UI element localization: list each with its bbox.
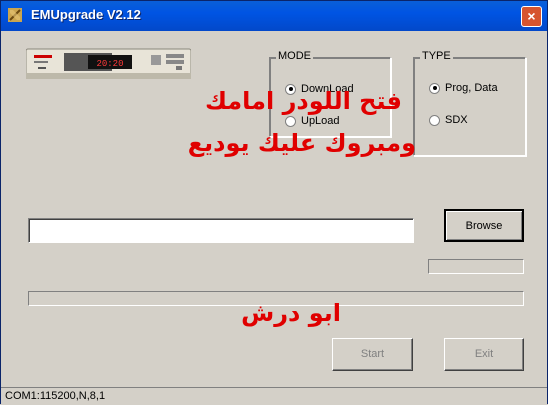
radio-prog-data[interactable]: Prog, Data bbox=[429, 82, 498, 94]
exit-button[interactable]: Exit bbox=[444, 338, 524, 371]
receiver-image: 20:20 bbox=[26, 48, 191, 79]
title-bar[interactable]: EMUpgrade V2.12 × bbox=[1, 1, 547, 31]
radio-sdx-label: SDX bbox=[445, 114, 468, 126]
close-button[interactable]: × bbox=[521, 6, 542, 27]
type-group-label: TYPE bbox=[420, 50, 453, 62]
radio-prog-data-label: Prog, Data bbox=[445, 82, 498, 94]
radio-sdx[interactable]: SDX bbox=[429, 114, 468, 126]
signature-text: ابو درش bbox=[241, 299, 341, 327]
browse-button[interactable]: Browse bbox=[444, 209, 524, 242]
device-display: 20:20 bbox=[96, 59, 123, 69]
overlay-line-1: فتح اللودر امامك bbox=[204, 87, 402, 115]
mode-group-label: MODE bbox=[276, 50, 313, 62]
overlay-line-2: ومبروك عليك يوديع bbox=[187, 129, 416, 157]
app-icon bbox=[8, 8, 22, 22]
start-button[interactable]: Start bbox=[332, 338, 413, 371]
window-title: EMUpgrade V2.12 bbox=[31, 7, 141, 22]
status-indicator bbox=[428, 259, 524, 274]
type-group: TYPE bbox=[413, 50, 526, 156]
radio-prog-data-circle[interactable] bbox=[429, 82, 440, 94]
radio-sdx-circle[interactable] bbox=[429, 114, 440, 126]
file-path-input[interactable] bbox=[28, 218, 414, 243]
radio-upload-circle[interactable] bbox=[285, 115, 296, 127]
radio-upload[interactable]: UpLoad bbox=[285, 115, 340, 127]
status-bar: COM1:115200,N,8,1 bbox=[1, 387, 547, 404]
radio-selected-dot bbox=[432, 86, 437, 90]
main-window: EMUpgrade V2.12 × 20:20 MODE DownLoad Up… bbox=[0, 0, 548, 404]
radio-upload-label: UpLoad bbox=[301, 115, 340, 127]
